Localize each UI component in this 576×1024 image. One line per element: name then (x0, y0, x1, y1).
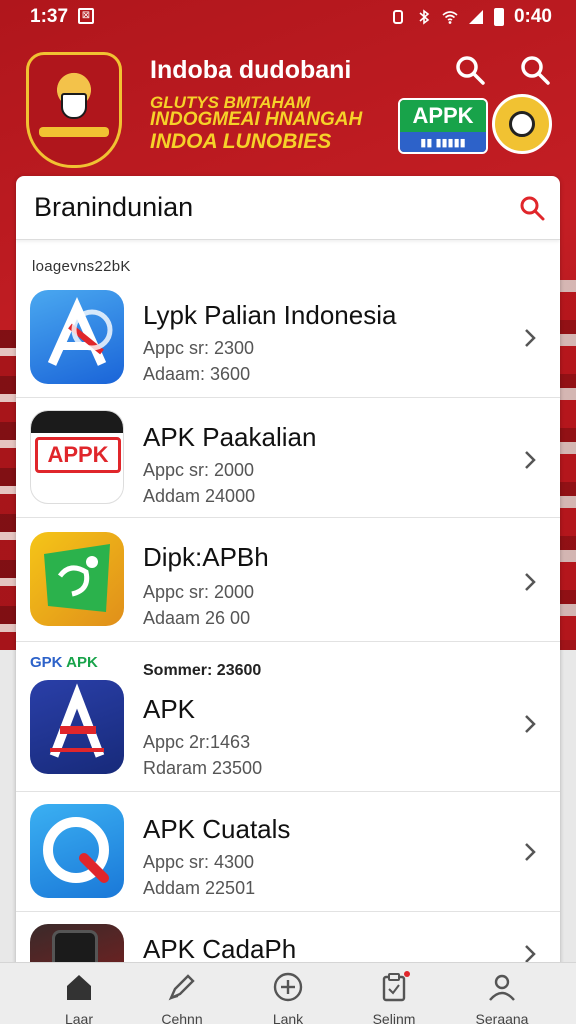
chevron-right-icon (525, 329, 536, 347)
search-icon[interactable] (518, 194, 546, 222)
home-icon (67, 975, 91, 1000)
icon-band (31, 411, 123, 433)
list-item[interactable]: Lypk Palian Indonesia Appc sr: 2300 Adaa… (16, 280, 560, 398)
list-item[interactable]: APK Cuatals Appc sr: 4300 Addam 22501 (16, 792, 560, 912)
section-brand-right: APK (66, 654, 98, 671)
app-title: Indoba dudobani (150, 56, 352, 84)
nav-label: Selinm (372, 1011, 416, 1024)
apk-badge-logo: APPK ▮▮ ▮▮▮▮▮ (398, 98, 488, 154)
app-meta-primary: Appc sr: 4300 (143, 852, 255, 872)
nav-item-tasks[interactable]: Selinm (344, 963, 444, 1024)
panda-seal-logo (492, 94, 552, 154)
nav-item-edit[interactable]: Cehnn (132, 963, 232, 1024)
status-icons: 0:40 (390, 6, 552, 28)
apk-badge-bottom: ▮▮ ▮▮▮▮▮ (400, 132, 486, 152)
search-icon[interactable] (452, 52, 488, 88)
chevron-right-icon (525, 451, 536, 469)
nav-label: Laar (64, 1011, 94, 1024)
notification-dot (404, 971, 410, 977)
app-name: Lypk Palian Indonesia (143, 300, 397, 330)
app-name: APK CadaPh (143, 934, 297, 964)
nav-item-profile[interactable]: Seraana (452, 963, 552, 1024)
chevron-right-icon (525, 573, 536, 591)
app-name: Dipk:APBh (143, 542, 269, 572)
results-card: Branindunian loagevns22bK Lypk Palian In… (16, 176, 560, 976)
section-header: loagevns22bK (32, 258, 131, 275)
app-meta-primary: Appc 2r:1463 (143, 732, 251, 752)
app-meta-primary: Appc sr: 2000 (143, 582, 255, 602)
leaf-map-icon (30, 532, 124, 626)
status-clock: 0:40 (513, 6, 552, 27)
q-ring-icon (30, 804, 124, 898)
ribbon-icon (39, 127, 109, 137)
sim-icon: ⊠ (78, 8, 94, 24)
app-meta-primary: Appc sr: 2300 (143, 338, 255, 358)
tagline-line-2: INDOGMEAI HNANGAH (150, 109, 363, 130)
chevron-right-icon (525, 715, 536, 733)
wifi-icon (442, 11, 458, 24)
nav-item-add[interactable]: Lank (238, 963, 338, 1024)
list-item[interactable]: APK Appc 2r:1463 Rdaram 23500 (16, 676, 560, 792)
app-meta-secondary: Adaam 26 00 (143, 608, 251, 628)
section-brand-left: GPK (30, 654, 63, 671)
apk-text-icon: APPK (30, 410, 124, 504)
status-time: 1:37 (30, 6, 69, 27)
search-bar[interactable]: Branindunian (16, 176, 560, 240)
a-arrow-icon (30, 680, 124, 774)
status-bar: 1:37 ⊠ 0:40 (0, 0, 576, 34)
battery-icon (493, 8, 504, 26)
section-brand: GPK APK (30, 654, 98, 671)
bottom-navigation: Laar Cehnn Lank Selinm Seraana (0, 962, 576, 1024)
app-name: APK Cuatals (143, 814, 291, 844)
panda-face-icon (509, 111, 535, 137)
list-item[interactable]: Dipk:APBh Appc sr: 2000 Adaam 26 00 (16, 518, 560, 642)
nav-label: Cehnn (161, 1011, 203, 1024)
nav-label: Seraana (475, 1011, 529, 1024)
a-letter-icon (30, 290, 124, 384)
apk-label-icon: APPK (35, 437, 121, 473)
nav-item-home[interactable]: Laar (29, 963, 129, 1024)
app-meta-secondary: Addam 24000 (143, 486, 256, 506)
search-icon-secondary[interactable] (517, 52, 553, 88)
nav-label: Lank (272, 1011, 304, 1024)
pen-icon (168, 974, 195, 1001)
shield-icon (61, 93, 87, 119)
app-meta-primary: Appc sr: 2000 (143, 460, 255, 480)
app-name: APK Paakalian (143, 422, 317, 452)
garuda-emblem-logo (26, 52, 122, 168)
chevron-right-icon (525, 843, 536, 861)
user-icon (489, 974, 515, 1001)
app-meta-secondary: Adaam: 3600 (143, 364, 251, 384)
tagline-line-3: INDOA LUNOBIES (150, 130, 332, 153)
bluetooth-icon (419, 9, 430, 25)
signal-icon (468, 10, 483, 24)
plus-circle-icon (273, 972, 303, 1002)
app-name: APK (143, 694, 196, 724)
app-meta-secondary: Addam 22501 (143, 878, 256, 898)
app-meta-secondary: Rdaram 23500 (143, 758, 263, 778)
vibrate-icon (392, 10, 403, 24)
apk-badge-top: APPK (400, 100, 486, 132)
search-input[interactable]: Branindunian (34, 192, 193, 223)
list-item[interactable]: APPK APK Paakalian Appc sr: 2000 Addam 2… (16, 398, 560, 518)
